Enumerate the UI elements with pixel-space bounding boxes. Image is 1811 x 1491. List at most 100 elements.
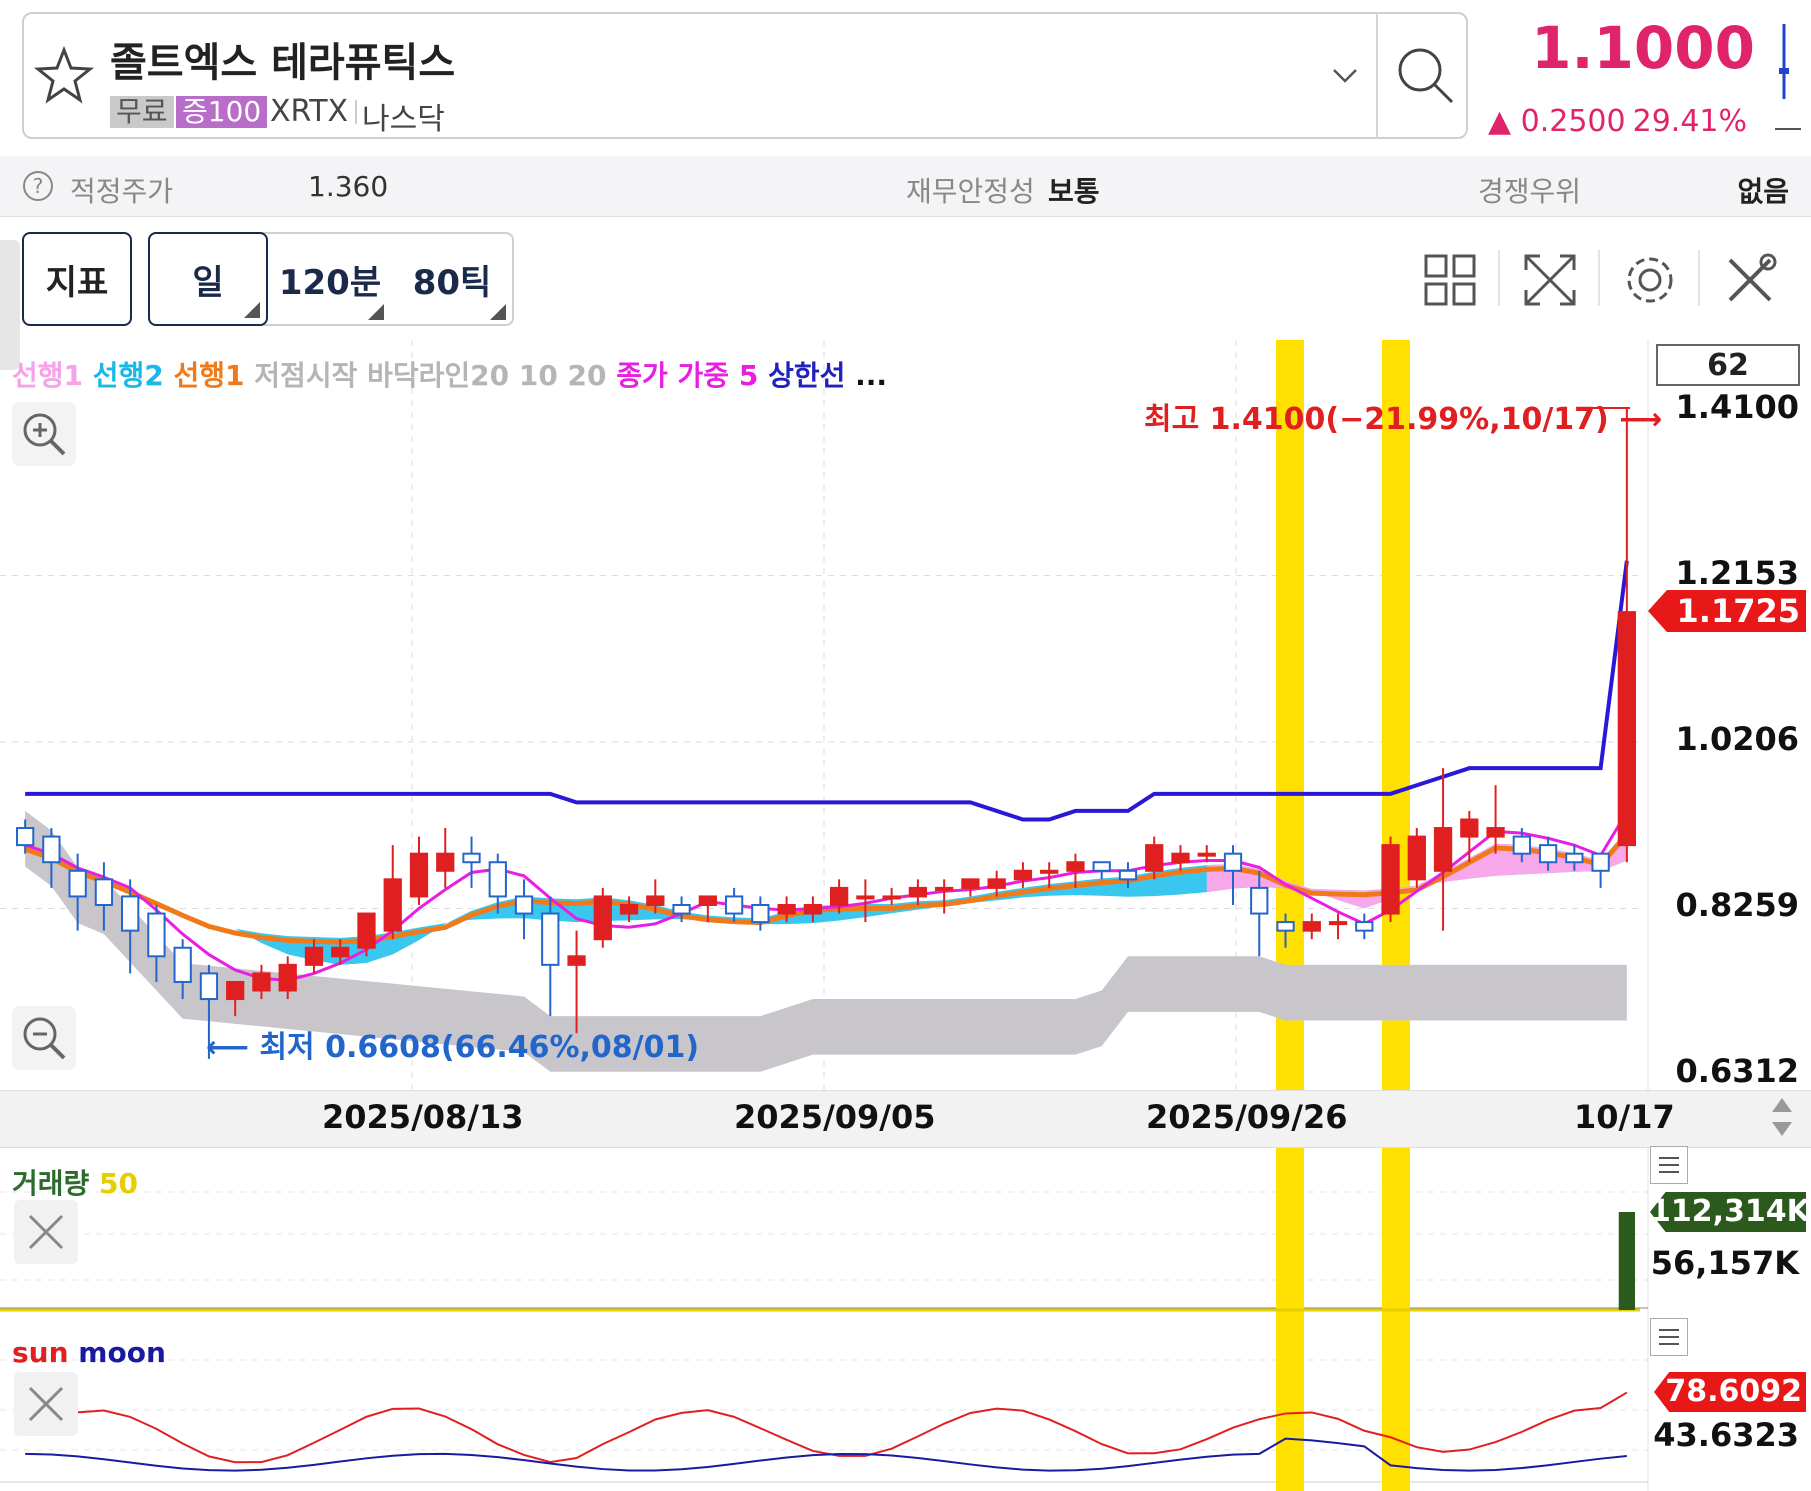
indicator-button[interactable]: 지표 — [22, 232, 132, 326]
volume-menu-button[interactable] — [1650, 1146, 1688, 1184]
period-day-label: 일 — [192, 262, 224, 303]
candle-body — [1013, 869, 1033, 881]
candle-body — [1486, 827, 1505, 838]
fair-price-value: 1.360 — [308, 170, 389, 203]
candle-body — [383, 878, 402, 932]
corner-triangle-icon — [244, 302, 260, 318]
close-icon — [28, 1386, 64, 1422]
candle-body — [724, 895, 744, 915]
tools-icon[interactable] — [1720, 250, 1780, 310]
sun-value-tag: 78.6092 — [1654, 1372, 1806, 1412]
indicator-legend[interactable]: 선행1 선행2 선행1 저점시작 바닥라인20 10 20 종가 가중 5 상한… — [12, 354, 887, 394]
candle-body — [173, 946, 192, 983]
scroll-arrows-icon[interactable] — [1770, 1096, 1794, 1138]
date-tick-label: 10/17 — [1574, 1098, 1675, 1136]
favorite-star-icon[interactable] — [34, 46, 94, 106]
oscillator-label: sun moon — [12, 1336, 166, 1369]
candle-body — [94, 878, 114, 906]
oscillator-menu-button[interactable] — [1650, 1318, 1688, 1356]
current-price: 1.1000 — [1531, 14, 1755, 82]
period-80tick-button[interactable]: 80틱 — [392, 232, 512, 326]
candle-body — [1328, 921, 1348, 926]
candle-body — [68, 869, 87, 898]
valuation-info-row: ? 적정주가 1.360 재무안정성 보통 경쟁우위 없음 — [0, 156, 1811, 217]
chevron-down-icon[interactable] — [1330, 60, 1360, 90]
candle-body — [1538, 844, 1558, 864]
zoom-in-button[interactable] — [12, 402, 76, 466]
candle-body — [409, 852, 429, 898]
zoom-out-button[interactable] — [12, 1006, 76, 1070]
margin-badge: 증100 — [176, 96, 268, 128]
candle-body — [514, 895, 534, 915]
visible-count-box[interactable]: 62 — [1656, 344, 1800, 386]
candle-body — [829, 886, 849, 906]
corner-triangle-icon — [490, 304, 506, 320]
period-120min-button[interactable]: 120분 — [270, 232, 390, 326]
competitive-value: 없음 — [1737, 175, 1789, 208]
low-annotation: ⟵ 최저 0.6608(66.46%,08/01) — [206, 1030, 700, 1065]
candle-body — [1617, 611, 1637, 847]
corner-triangle-icon — [368, 304, 384, 320]
candle-body — [357, 912, 376, 949]
candle-body — [1355, 921, 1374, 932]
moon-label: moon — [78, 1336, 166, 1369]
candle-body — [1407, 835, 1426, 881]
y-tick-label: 1.0206 — [1675, 720, 1799, 758]
candle-body — [226, 980, 245, 1001]
candle-body — [1302, 921, 1321, 932]
price-chart[interactable] — [0, 340, 1811, 1491]
candle-body — [1433, 827, 1453, 872]
candle-body — [1250, 886, 1269, 915]
divider — [1376, 12, 1378, 139]
period-day-button[interactable]: 일 — [148, 232, 268, 326]
close-oscillator-button[interactable] — [14, 1372, 78, 1436]
candle-body — [331, 946, 350, 958]
candle-body — [567, 955, 586, 966]
candle-body — [462, 852, 481, 864]
svg-text:?: ? — [33, 174, 44, 198]
candle-body — [488, 861, 507, 898]
price-candle-icon — [1779, 24, 1789, 99]
exchange-name: 나스닥 — [362, 102, 445, 137]
divider — [1698, 250, 1700, 306]
zoom-in-icon — [23, 413, 66, 456]
help-icon[interactable]: ? — [22, 170, 54, 202]
dash-mark — [1775, 128, 1801, 130]
candle-body — [1145, 844, 1164, 872]
highlight-column — [1382, 340, 1410, 1491]
candle-body — [593, 895, 612, 941]
candle-body — [1565, 852, 1584, 864]
candle-body — [1460, 818, 1479, 838]
candle-body — [1591, 852, 1610, 872]
gear-icon[interactable] — [1620, 250, 1680, 310]
fullscreen-icon[interactable] — [1520, 250, 1580, 310]
candle-body — [935, 886, 954, 891]
candle-body — [961, 878, 980, 889]
layout-grid-icon[interactable] — [1420, 250, 1480, 310]
search-icon[interactable] — [1390, 40, 1460, 110]
date-tick-label: 2025/09/05 — [734, 1098, 936, 1136]
date-tick-label: 2025/08/13 — [322, 1098, 524, 1136]
candle-body — [751, 903, 770, 924]
candle-body — [1197, 852, 1216, 857]
candle-body — [304, 946, 324, 966]
volume-mid-label: 56,157K — [1650, 1244, 1799, 1282]
y-tick-label: 0.6312 — [1675, 1052, 1799, 1090]
divider — [1498, 250, 1500, 306]
divider — [1598, 250, 1600, 306]
candle-body — [1381, 844, 1400, 915]
menu-icon — [1659, 1329, 1679, 1345]
candle-body — [619, 903, 639, 915]
candle-body — [15, 827, 35, 847]
close-volume-button[interactable] — [14, 1200, 78, 1264]
candle-body — [42, 835, 61, 864]
candle-body — [908, 886, 928, 898]
moon-value-label: 43.6323 — [1653, 1416, 1799, 1454]
period-80tick-label: 80틱 — [412, 262, 492, 303]
zoom-out-icon — [23, 1017, 66, 1060]
candle-body — [882, 895, 901, 900]
candle-body — [856, 895, 875, 900]
candle-body — [1066, 861, 1085, 872]
legend-lead1: 선행1 — [12, 359, 84, 392]
legend-more: ... — [855, 359, 888, 392]
